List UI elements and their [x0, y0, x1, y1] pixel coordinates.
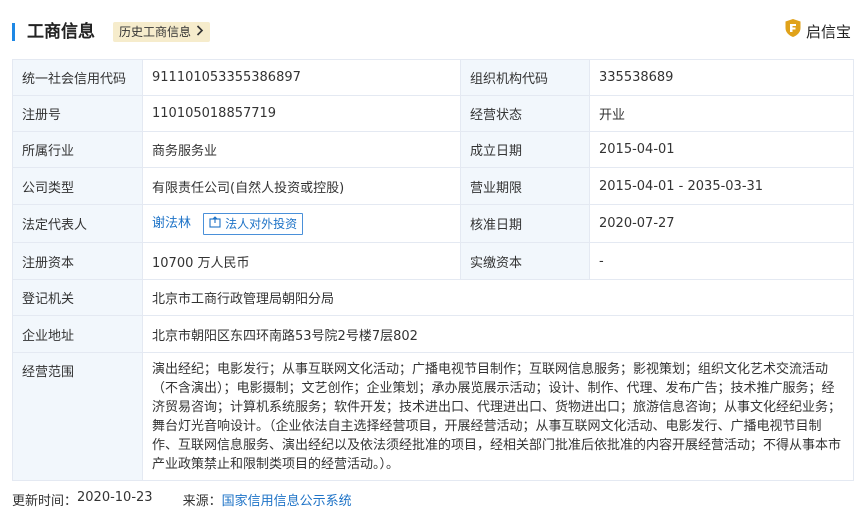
shield-logo-icon — [784, 18, 802, 46]
value-approval-date: 2020-07-27 — [589, 204, 854, 243]
label-status: 经营状态 — [460, 95, 590, 132]
value-address: 北京市朝阳区东四环南路53号院2号楼7层802 — [142, 315, 854, 353]
label-reg-number: 注册号 — [12, 95, 143, 132]
footer: 更新时间： 2020-10-23 来源： 国家信用信息公示系统 — [12, 490, 352, 509]
label-paid-capital: 实缴资本 — [460, 242, 590, 280]
value-paid-capital: - — [589, 242, 854, 280]
table-row: 注册资本 10700 万人民币 实缴资本 - — [12, 242, 854, 280]
legal-rep-link[interactable]: 谢法林 — [152, 216, 191, 231]
value-founded: 2015-04-01 — [589, 131, 854, 168]
source-label: 来源： — [182, 494, 222, 509]
export-icon — [209, 216, 221, 231]
value-credit-code: 911101053355386897 — [142, 59, 461, 96]
table-row: 企业地址 北京市朝阳区东四环南路53号院2号楼7层802 — [12, 315, 854, 353]
value-authority: 北京市工商行政管理局朝阳分局 — [142, 279, 854, 316]
label-credit-code: 统一社会信用代码 — [12, 59, 143, 96]
value-org-code: 335538689 — [589, 59, 854, 96]
update-label: 更新时间： — [12, 494, 78, 509]
legal-rep-investment-button[interactable]: 法人对外投资 — [203, 212, 304, 235]
value-reg-capital: 10700 万人民币 — [142, 242, 461, 280]
value-scope: 演出经纪；电影发行；从事互联网文化活动；广播电视节目制作；互联网信息服务；影视策… — [142, 352, 854, 481]
history-label: 历史工商信息 — [119, 25, 192, 39]
label-term: 营业期限 — [460, 167, 590, 205]
label-industry: 所属行业 — [12, 131, 143, 168]
update-value: 2020-10-23 — [77, 490, 153, 505]
value-company-type: 有限责任公司(自然人投资或控股) — [142, 167, 461, 205]
label-reg-capital: 注册资本 — [12, 242, 143, 280]
business-info-table: 统一社会信用代码 911101053355386897 组织机构代码 33553… — [12, 59, 854, 481]
section-header: 工商信息 历史工商信息 启信宝 — [8, 18, 853, 48]
value-industry: 商务服务业 — [142, 131, 461, 168]
section-accent-bar — [12, 23, 15, 41]
table-row: 公司类型 有限责任公司(自然人投资或控股) 营业期限 2015-04-01 - … — [12, 167, 854, 205]
legal-rep-investment-label: 法人对外投资 — [225, 217, 298, 232]
label-authority: 登记机关 — [12, 279, 143, 316]
label-scope: 经营范围 — [12, 352, 143, 481]
value-term: 2015-04-01 - 2035-03-31 — [589, 167, 854, 205]
label-legal-rep: 法定代表人 — [12, 204, 143, 243]
chevron-right-icon — [196, 22, 204, 42]
source-link[interactable]: 国家信用信息公示系统 — [222, 490, 352, 509]
value-legal-rep-cell: 谢法林 法人对外投资 — [142, 204, 461, 243]
section-title: 工商信息 — [27, 22, 95, 42]
table-row: 统一社会信用代码 911101053355386897 组织机构代码 33553… — [12, 59, 854, 96]
brand-logo: 启信宝 — [784, 18, 851, 46]
table-row: 经营范围 演出经纪；电影发行；从事互联网文化活动；广播电视节目制作；互联网信息服… — [12, 352, 854, 481]
label-founded: 成立日期 — [460, 131, 590, 168]
value-reg-number: 110105018857719 — [142, 95, 461, 132]
brand-name: 启信宝 — [805, 23, 851, 41]
history-business-info-button[interactable]: 历史工商信息 — [113, 22, 211, 42]
table-row: 法定代表人 谢法林 法人对外投资 核准日期 2020-07-27 — [12, 204, 854, 243]
label-org-code: 组织机构代码 — [460, 59, 590, 96]
label-approval-date: 核准日期 — [460, 204, 590, 243]
label-address: 企业地址 — [12, 315, 143, 353]
table-row: 注册号 110105018857719 经营状态 开业 — [12, 95, 854, 132]
label-company-type: 公司类型 — [12, 167, 143, 205]
value-status: 开业 — [589, 95, 854, 132]
table-row: 所属行业 商务服务业 成立日期 2015-04-01 — [12, 131, 854, 168]
table-row: 登记机关 北京市工商行政管理局朝阳分局 — [12, 279, 854, 316]
